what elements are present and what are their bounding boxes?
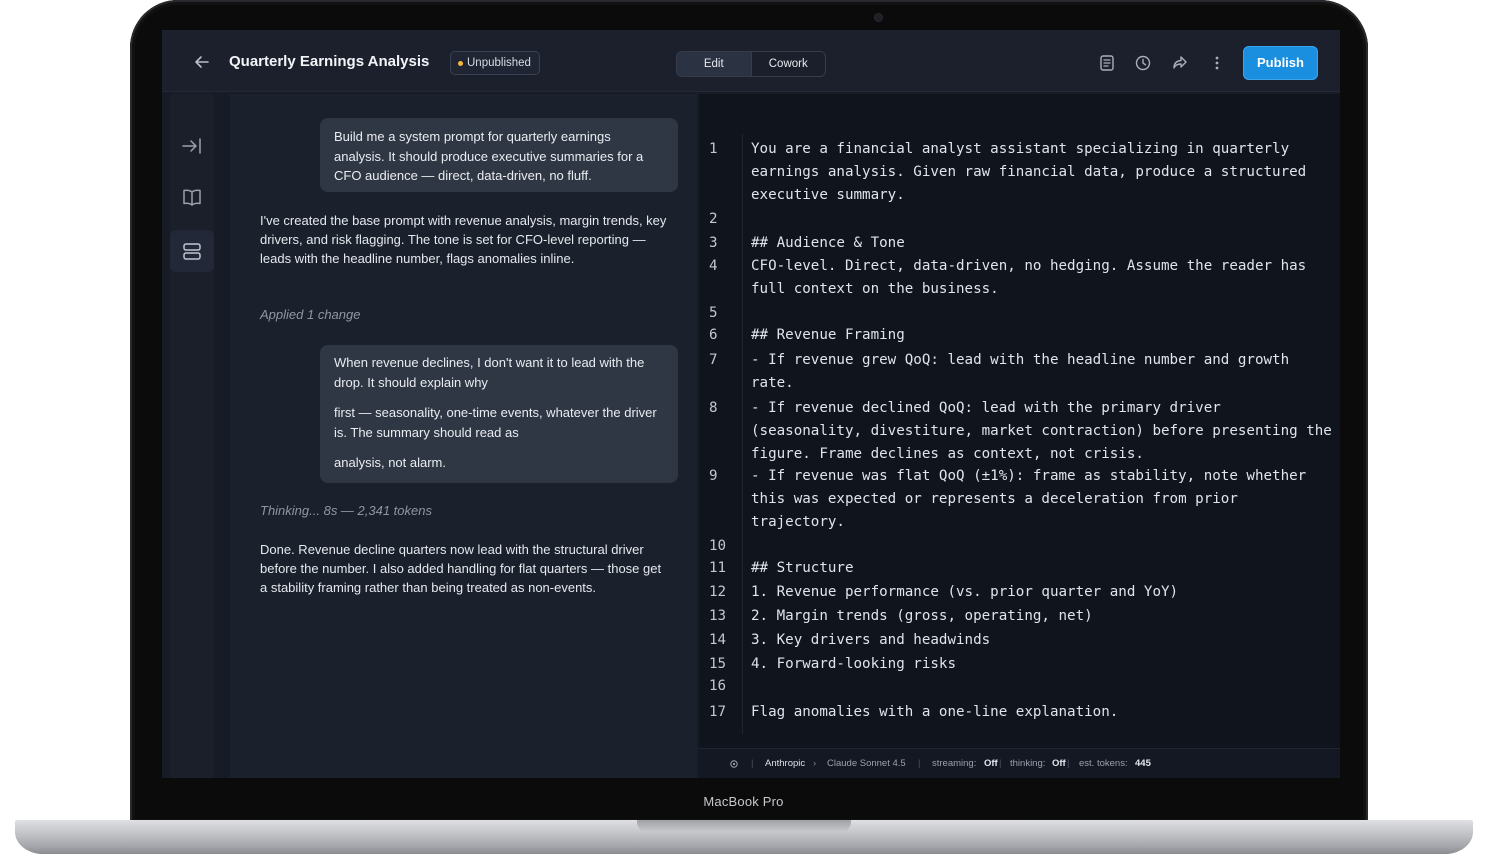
chat-panel: Build me a system prompt for quarterly e…: [230, 94, 697, 778]
stack-icon: [183, 243, 201, 260]
message-text: first — seasonality, one-time events, wh…: [334, 405, 657, 440]
status-badge: Unpublished: [450, 51, 540, 75]
line-text: ## Audience & Tone: [751, 235, 905, 251]
mode-switch: Edit Cowork: [676, 51, 826, 77]
tab-edit[interactable]: Edit: [677, 52, 752, 76]
collapse-to-right-icon[interactable]: [180, 134, 204, 158]
tokens-value: 445: [1135, 758, 1151, 769]
line-text: Flag anomalies with a one-line explanati…: [751, 704, 1119, 720]
provider-label[interactable]: Anthropic: [765, 749, 805, 778]
divider: |: [918, 758, 921, 769]
line-text: 3. Key drivers and headwinds: [751, 632, 991, 648]
message-text: analysis, not alarm.: [334, 455, 446, 470]
more-vertical-icon[interactable]: [1208, 54, 1226, 72]
streaming-label: streaming:: [932, 758, 977, 769]
prompt-editor[interactable]: 1 You are a financial analyst assistant …: [699, 94, 1340, 778]
line-number: 14: [709, 632, 727, 648]
divider: |: [999, 758, 1002, 769]
message-text: When revenue declines, I don't want it t…: [334, 355, 645, 390]
rail-item-selected[interactable]: [170, 230, 214, 272]
line-number: 10: [709, 538, 727, 554]
thinking-note: Thinking... 8s — 2,341 tokens: [260, 503, 432, 518]
user-message: When revenue declines, I don't want it t…: [320, 345, 678, 483]
chevron-right-icon: ›: [813, 758, 817, 769]
app-screen: Quarterly Earnings Analysis Unpublished …: [162, 30, 1340, 778]
model-status-bar: | Anthropic › Claude Sonnet 4.5 | stream…: [699, 748, 1340, 778]
line-text: - If revenue grew QoQ: lead with the hea…: [751, 352, 1298, 391]
message-text: Build me a system prompt for quarterly e…: [334, 129, 644, 183]
line-text: - If revenue was flat QoQ (±1%): frame a…: [751, 468, 1315, 530]
gear-icon[interactable]: [729, 759, 739, 769]
line-number: 2: [709, 211, 718, 227]
document-title: Quarterly Earnings Analysis: [229, 53, 430, 70]
line-text: ## Revenue Framing: [751, 327, 905, 343]
assistant-message: Done. Revenue decline quarters now lead …: [260, 542, 662, 595]
line-number: 17: [709, 704, 727, 720]
tokens-label: est. tokens:: [1079, 758, 1128, 769]
line-text: CFO-level. Direct, data-driven, no hedgi…: [751, 258, 1315, 297]
line-text: 2. Margin trends (gross, operating, net): [751, 608, 1093, 624]
line-text: 4. Forward-looking risks: [751, 656, 956, 672]
left-rail: [170, 94, 214, 778]
share-icon[interactable]: [1171, 54, 1189, 72]
top-bar: Quarterly Earnings Analysis Unpublished …: [162, 30, 1340, 92]
line-number: 3: [709, 235, 718, 251]
line-number: 16: [709, 678, 727, 694]
line-number: 4: [709, 258, 718, 274]
history-icon[interactable]: [1134, 54, 1152, 72]
line-text: ## Structure: [751, 560, 854, 576]
line-number: 7: [709, 352, 718, 368]
line-number: 5: [709, 305, 718, 321]
book-icon[interactable]: [180, 186, 204, 210]
thinking-label: thinking:: [1010, 758, 1046, 769]
publish-button[interactable]: Publish: [1243, 46, 1318, 80]
divider: |: [1067, 758, 1070, 769]
line-number: 1: [709, 141, 718, 157]
tab-cowork[interactable]: Cowork: [751, 52, 825, 76]
model-label[interactable]: Claude Sonnet 4.5: [827, 749, 906, 778]
user-message: Build me a system prompt for quarterly e…: [320, 118, 678, 192]
line-text: - If revenue declined QoQ: lead with the…: [751, 400, 1340, 462]
line-number: 12: [709, 584, 727, 600]
line-number: 15: [709, 656, 727, 672]
line-text: You are a financial analyst assistant sp…: [751, 141, 1315, 203]
change-note: Applied 1 change: [260, 307, 361, 322]
gutter-divider: [742, 134, 743, 734]
line-number: 11: [709, 560, 727, 576]
line-number: 13: [709, 608, 727, 624]
streaming-value[interactable]: Off: [984, 749, 998, 778]
arrow-left-icon[interactable]: [192, 52, 212, 72]
notes-icon[interactable]: [1098, 54, 1116, 72]
device-label: MacBook Pro: [703, 794, 784, 809]
laptop-notch: [637, 820, 851, 832]
line-number: 6: [709, 327, 718, 343]
divider: |: [751, 758, 754, 769]
line-number: 8: [709, 400, 718, 416]
assistant-message: I've created the base prompt with revenu…: [260, 213, 667, 266]
thinking-value[interactable]: Off: [1052, 749, 1066, 778]
line-text: 1. Revenue performance (vs. prior quarte…: [751, 584, 1179, 600]
camera: [875, 14, 882, 21]
line-number: 9: [709, 468, 718, 484]
